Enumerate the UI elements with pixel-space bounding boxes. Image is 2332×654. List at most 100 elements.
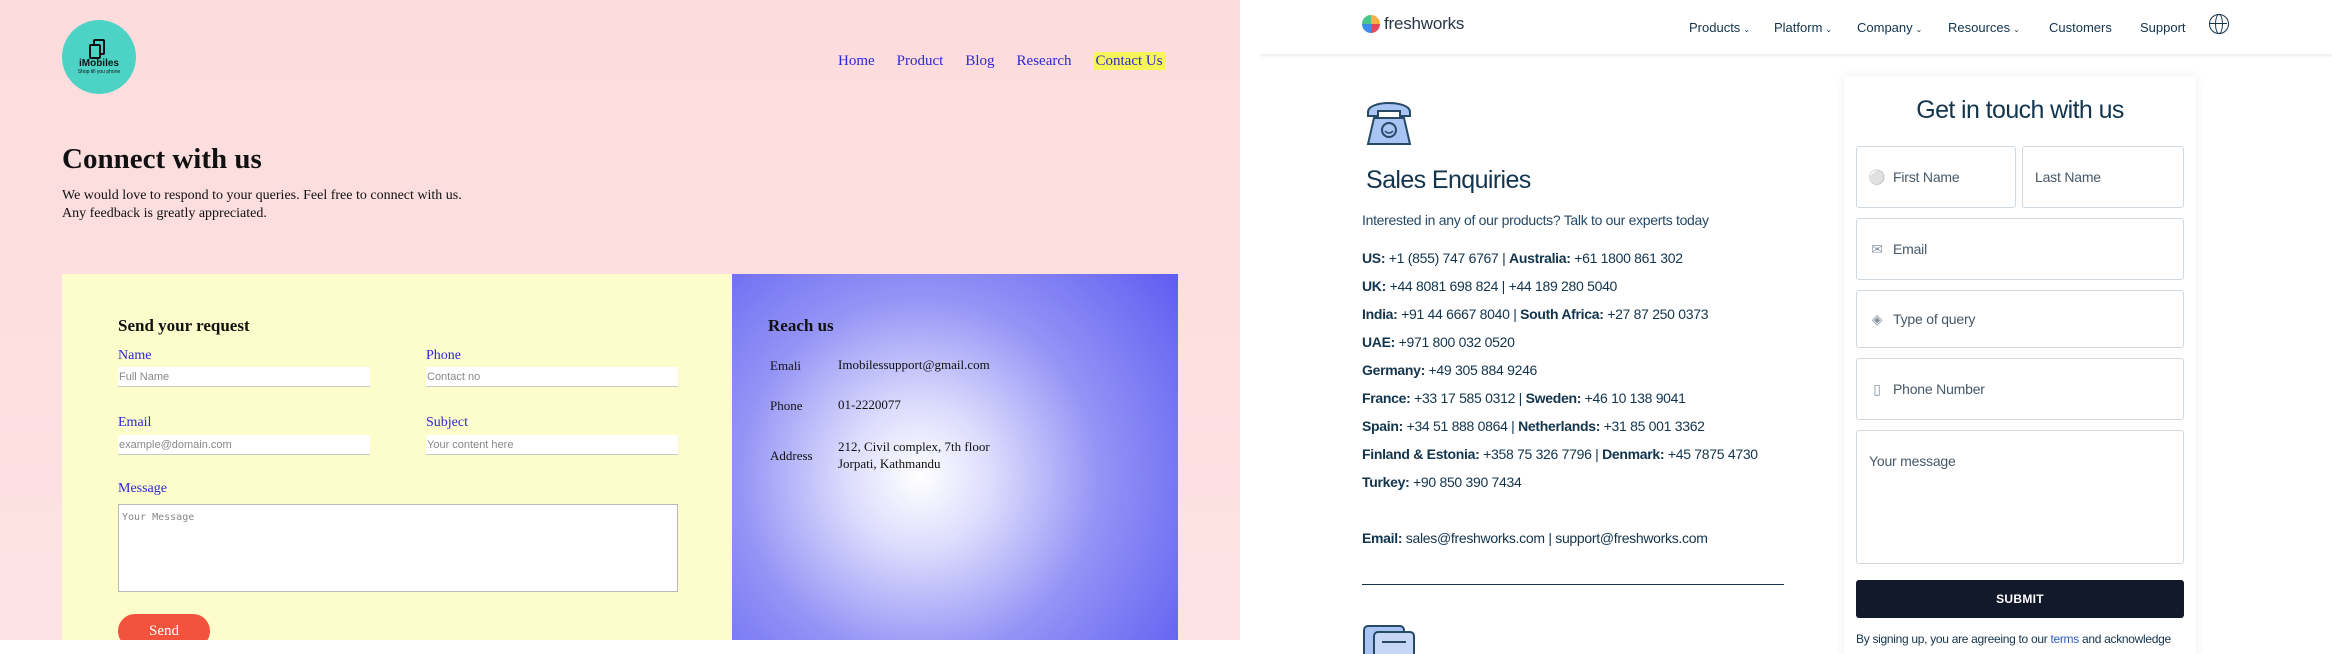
last-name-placeholder: Last Name — [2035, 169, 2101, 185]
country-label: UK: — [1362, 278, 1386, 294]
document-icon — [1363, 625, 1415, 654]
phone-numbers: +61 1800 861 302 — [1570, 250, 1683, 266]
nav-products[interactable]: Products ⌄ — [1689, 20, 1750, 35]
query-type-select[interactable]: ◈ Type of query — [1856, 290, 2184, 348]
chevron-down-icon: ⌄ — [1825, 25, 1833, 34]
country-label: Netherlands: — [1518, 418, 1601, 434]
subject-label: Subject — [426, 415, 468, 430]
name-input[interactable] — [118, 367, 370, 387]
user-icon: ⚪ — [1868, 169, 1886, 185]
subtitle-line-2: Any feedback is greatly appreciated. — [62, 206, 267, 221]
country-label: Australia: — [1509, 250, 1571, 266]
subject-input[interactable] — [426, 435, 678, 455]
submit-button[interactable]: SUBMIT — [1856, 580, 2184, 618]
phone-numbers: +45 7875 4730 — [1664, 446, 1758, 462]
phone-numbers: +44 8081 698 824 | +44 189 280 5040 — [1385, 278, 1618, 294]
nav-customers[interactable]: Customers — [2049, 20, 2112, 35]
page-subtitle: We would love to respond to your queries… — [62, 187, 462, 223]
phone-label: Phone — [426, 348, 461, 363]
terms-suffix: and acknowledge — [2078, 632, 2171, 646]
nav-blog[interactable]: Blog — [965, 52, 994, 70]
logo-tagline: Shop till you phone — [77, 69, 121, 75]
sales-subtitle: Interested in any of our products? Talk … — [1362, 212, 1709, 228]
mobile-phone-icon: ▯ — [1873, 381, 1881, 397]
country-label: Turkey: — [1362, 474, 1410, 490]
freshworks-logo[interactable]: freshworks — [1362, 14, 1464, 34]
request-form: Send your request Name Phone Email Subje… — [62, 274, 732, 640]
contact-line: Turkey: +90 850 390 7434 — [1362, 474, 1522, 490]
message-label: Message — [118, 481, 167, 496]
phone-placeholder: Phone Number — [1893, 381, 1985, 397]
reach-email-key: Emali — [770, 358, 802, 373]
nav-support[interactable]: Support — [2140, 20, 2186, 35]
phone-numbers: +358 75 326 7796 | — [1479, 446, 1603, 462]
nav-resources[interactable]: Resources ⌄ — [1948, 20, 2020, 35]
freshworks-contact-page: freshworks Products ⌄ Platform ⌄ Company ⌄ … — [1260, 0, 2332, 654]
nav-contact-us[interactable]: Contact Us — [1093, 52, 1165, 70]
section-divider — [1362, 584, 1784, 585]
main-nav: Home Product Blog Research Contact Us — [838, 52, 1187, 70]
nav-products-label: Products — [1689, 20, 1741, 35]
send-button[interactable]: Send — [118, 614, 210, 640]
contact-line: India: +91 44 6667 8040 | South Africa: … — [1362, 306, 1709, 322]
subtitle-line-1: We would love to respond to your queries… — [62, 188, 462, 203]
nav-resources-label: Resources — [1948, 20, 2011, 35]
contact-line: Germany: +49 305 884 9246 — [1362, 362, 1537, 378]
telephone-icon — [1366, 102, 1412, 145]
nav-research[interactable]: Research — [1017, 52, 1072, 70]
globe-icon[interactable] — [2209, 14, 2229, 34]
imobiles-logo[interactable]: iMobiles Shop till you phone — [62, 20, 136, 94]
nav-company-label: Company — [1857, 20, 1913, 35]
chevron-down-icon: ⌄ — [2013, 25, 2020, 34]
email-line: Email: sales@freshworks.com | support@fr… — [1362, 530, 1708, 546]
query-placeholder: Type of query — [1893, 311, 1976, 327]
nav-platform[interactable]: Platform ⌄ — [1774, 20, 1832, 35]
nav-product[interactable]: Product — [897, 52, 944, 70]
logo-brand: iMobiles — [78, 58, 119, 69]
reach-us-card: Reach us Emali Imobilessupport@gmail.com… — [732, 274, 1178, 640]
contact-line: UK: +44 8081 698 824 | +44 189 280 5040 — [1362, 278, 1617, 294]
message-placeholder: Your message — [1869, 453, 1956, 469]
reach-address-value: 212, Civil complex, 7th floor Jorpati, K… — [838, 438, 990, 472]
phone-numbers: +31 85 001 3362 — [1600, 418, 1705, 434]
phone-number-input[interactable]: ▯ Phone Number — [1856, 358, 2184, 420]
message-textarea[interactable]: Your message — [1856, 430, 2184, 564]
phone-logo-icon — [89, 39, 105, 59]
contact-line: Spain: +34 51 888 0864 | Netherlands: +3… — [1362, 418, 1705, 434]
terms-text: By signing up, you are agreeing to our t… — [1856, 632, 2186, 646]
message-textarea[interactable] — [118, 504, 678, 592]
address-line-1: 212, Civil complex, 7th floor — [838, 439, 990, 454]
country-label: India: — [1362, 306, 1398, 322]
nav-company[interactable]: Company ⌄ — [1857, 20, 1922, 35]
top-header: freshworks Products ⌄ Platform ⌄ Company ⌄ … — [1260, 0, 2332, 54]
email-addresses[interactable]: sales@freshworks.com | support@freshwork… — [1402, 530, 1708, 546]
email-input[interactable] — [118, 435, 370, 455]
nav-platform-label: Platform — [1774, 20, 1823, 35]
phone-input[interactable] — [426, 367, 678, 387]
first-name-input[interactable]: ⚪ First Name — [1856, 146, 2016, 208]
terms-link[interactable]: terms — [2050, 632, 2079, 646]
query-icon: ◈ — [1871, 311, 1883, 327]
imobiles-contact-page: iMobiles Shop till you phone Home Produc… — [0, 0, 1240, 640]
email-input[interactable]: ✉ Email — [1856, 218, 2184, 280]
phone-numbers: +33 17 585 0312 | — [1410, 390, 1526, 406]
reach-phone-key: Phone — [770, 398, 803, 413]
country-label: Finland & Estonia: — [1362, 446, 1480, 462]
phone-numbers: +90 850 390 7434 — [1409, 474, 1522, 490]
country-label: France: — [1362, 390, 1411, 406]
reach-title: Reach us — [768, 316, 834, 335]
phone-numbers: +46 10 138 9041 — [1581, 390, 1686, 406]
reach-phone-value: 01-2220077 — [838, 397, 901, 412]
phone-numbers: +1 (855) 747 6767 | — [1385, 250, 1510, 266]
country-label: Spain: — [1362, 418, 1403, 434]
sales-title: Sales Enquiries — [1366, 166, 1531, 194]
phone-numbers: +49 305 884 9246 — [1424, 362, 1538, 378]
email-label: Email — [118, 415, 152, 430]
address-line-2: Jorpati, Kathmandu — [838, 456, 941, 471]
nav-home[interactable]: Home — [838, 52, 875, 70]
name-label: Name — [118, 348, 152, 363]
last-name-input[interactable]: Last Name — [2022, 146, 2184, 208]
phone-numbers: +91 44 6667 8040 | — [1397, 306, 1521, 322]
contact-line: France: +33 17 585 0312 | Sweden: +46 10… — [1362, 390, 1686, 406]
contact-line: Finland & Estonia: +358 75 326 7796 | De… — [1362, 446, 1758, 462]
